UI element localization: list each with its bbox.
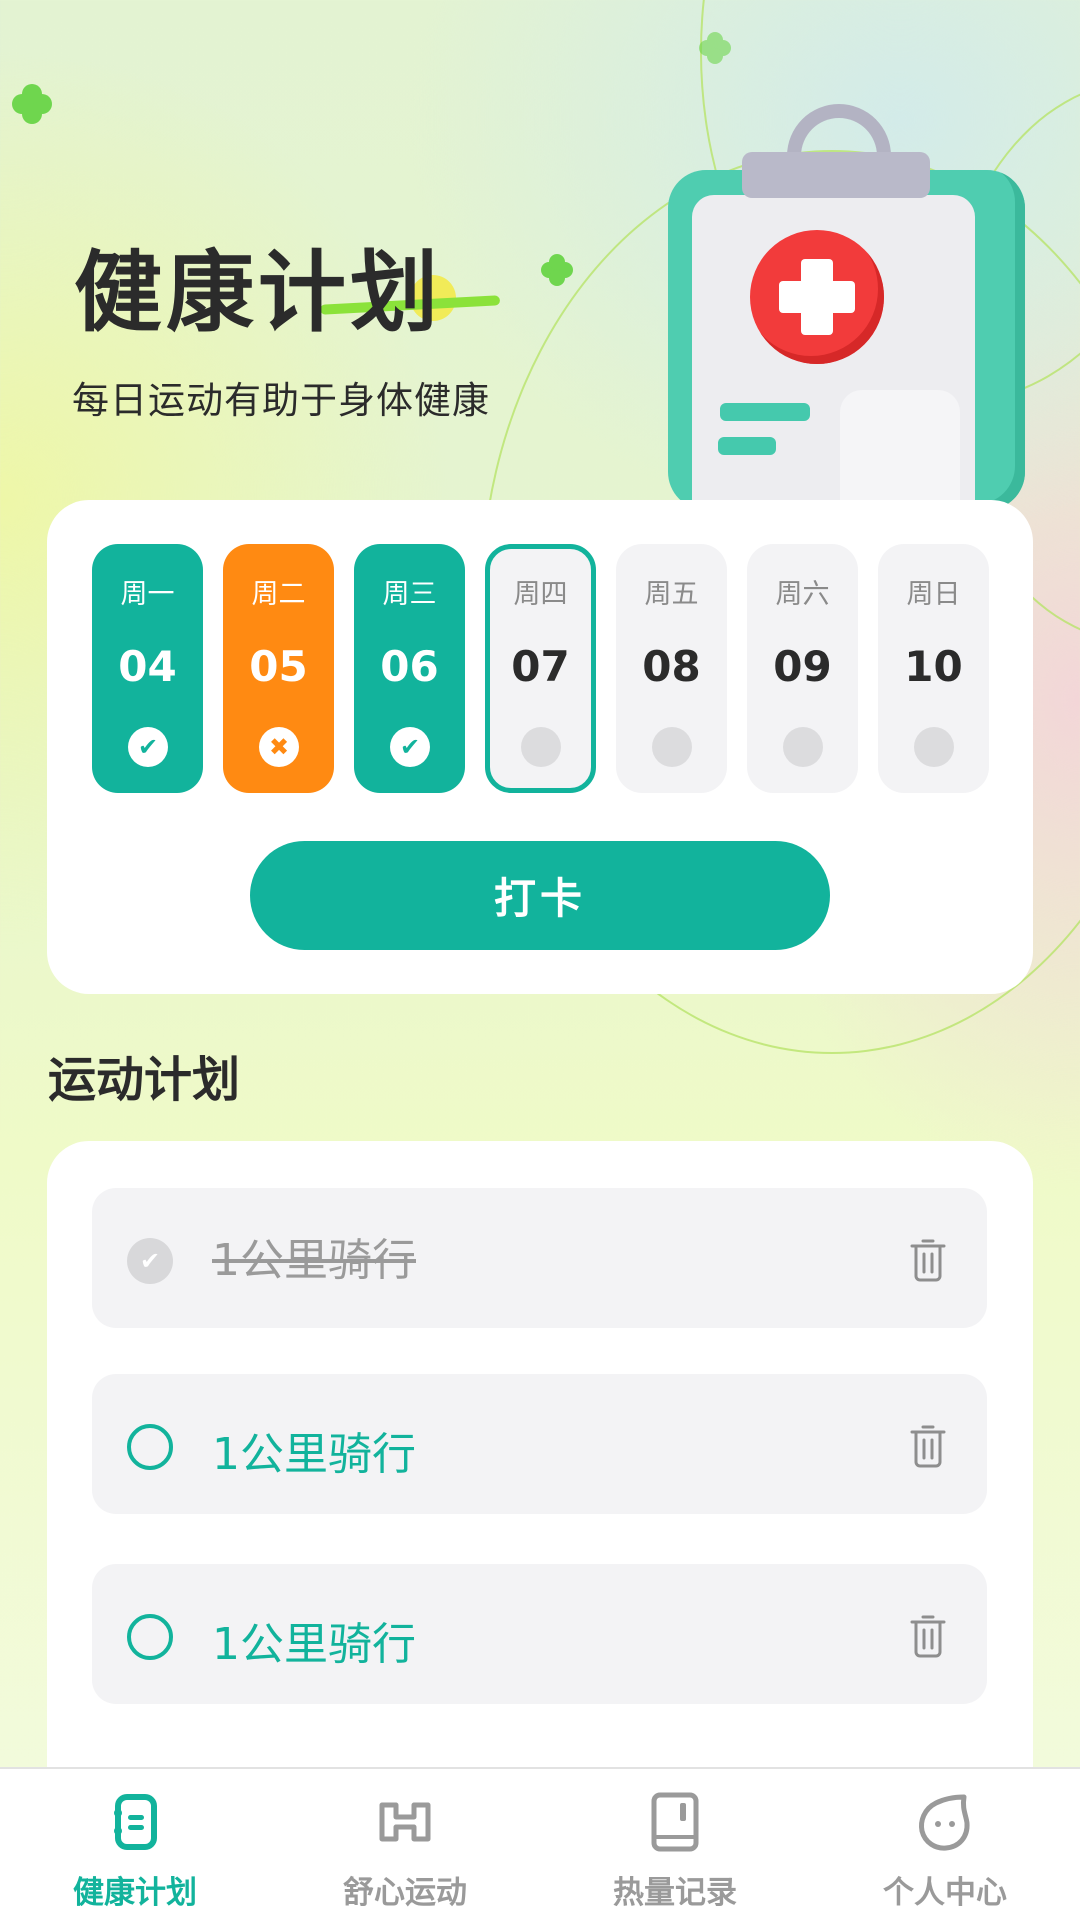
day-date: 07 xyxy=(511,642,570,691)
nav-label: 舒心运动 xyxy=(343,1875,467,1911)
day-pill-sun[interactable]: 周日 10 xyxy=(878,544,989,793)
medical-cross-icon xyxy=(779,281,855,313)
clipboard-sheet xyxy=(840,390,960,510)
plan-item[interactable]: 1公里骑行 xyxy=(92,1564,987,1704)
unchecked-circle-icon[interactable] xyxy=(127,1424,173,1470)
pending-dot-icon xyxy=(521,727,561,767)
plan-item-text: 1公里骑行 xyxy=(212,1429,416,1480)
section-title-exercise-plan: 运动计划 xyxy=(48,1052,241,1108)
pending-dot-icon xyxy=(914,727,954,767)
profile-face-icon xyxy=(919,1794,970,1851)
clover-icon xyxy=(541,254,573,286)
day-date: 08 xyxy=(642,642,701,691)
day-label: 周日 xyxy=(906,579,961,610)
plan-item-text: 1公里骑行 xyxy=(212,1619,416,1670)
record-book-icon xyxy=(651,1792,699,1852)
trash-icon[interactable] xyxy=(909,1238,947,1282)
page-subtitle: 每日运动有助于身体健康 xyxy=(72,379,490,422)
checkin-button[interactable]: 打卡 xyxy=(250,841,830,950)
trash-icon[interactable] xyxy=(909,1614,947,1658)
clipboard-clip xyxy=(742,152,930,198)
day-pill-thu[interactable]: 周四 07 xyxy=(485,544,596,793)
trash-icon[interactable] xyxy=(909,1424,947,1468)
nav-item-health-plan[interactable]: 健康计划 xyxy=(0,1769,270,1922)
nav-label: 个人中心 xyxy=(883,1875,1007,1911)
cross-icon: ✖ xyxy=(259,727,299,767)
clipboard-line xyxy=(718,437,776,455)
clover-icon xyxy=(699,32,731,64)
day-date: 05 xyxy=(249,642,308,691)
clover-icon xyxy=(12,84,52,124)
day-date: 10 xyxy=(904,642,963,691)
nav-item-exercise[interactable]: 舒心运动 xyxy=(270,1769,540,1922)
day-date: 06 xyxy=(380,642,439,691)
page-title: 健康计划 xyxy=(74,241,443,344)
day-date: 04 xyxy=(118,642,177,691)
day-label: 周一 xyxy=(120,579,175,610)
plan-item-text: 1公里骑行 xyxy=(212,1235,416,1286)
nav-item-profile[interactable]: 个人中心 xyxy=(810,1769,1080,1922)
nav-item-calorie-record[interactable]: 热量记录 xyxy=(540,1769,810,1922)
exercise-plan-card: ✔ 1公里骑行 1公里骑行 1公里骑行 xyxy=(47,1141,1033,1841)
check-icon: ✔ xyxy=(128,727,168,767)
checked-circle-icon[interactable]: ✔ xyxy=(127,1238,173,1284)
week-checkin-card: 周一 04 ✔ 周二 05 ✖ 周三 06 ✔ 周四 07 周五 08 周六 0… xyxy=(47,500,1033,994)
day-pill-sat[interactable]: 周六 09 xyxy=(747,544,858,793)
day-label: 周五 xyxy=(644,579,699,610)
day-pill-mon[interactable]: 周一 04 ✔ xyxy=(92,544,203,793)
day-label: 周四 xyxy=(513,579,568,610)
day-pill-fri[interactable]: 周五 08 xyxy=(616,544,727,793)
day-label: 周三 xyxy=(382,579,437,610)
pending-dot-icon xyxy=(652,727,692,767)
day-label: 周二 xyxy=(251,579,306,610)
bottom-nav: 健康计划 舒心运动 热量记录 个人中心 xyxy=(0,1767,1080,1922)
day-pill-tue[interactable]: 周二 05 ✖ xyxy=(223,544,334,793)
exercise-icon xyxy=(379,1802,431,1842)
plan-icon xyxy=(114,1794,157,1850)
pending-dot-icon xyxy=(783,727,823,767)
day-date: 09 xyxy=(773,642,832,691)
clipboard-line xyxy=(720,403,810,421)
check-icon: ✔ xyxy=(390,727,430,767)
plan-item[interactable]: ✔ 1公里骑行 xyxy=(92,1188,987,1328)
day-label: 周六 xyxy=(775,579,830,610)
day-pill-wed[interactable]: 周三 06 ✔ xyxy=(354,544,465,793)
unchecked-circle-icon[interactable] xyxy=(127,1614,173,1660)
nav-label: 健康计划 xyxy=(73,1875,197,1911)
plan-item[interactable]: 1公里骑行 xyxy=(92,1374,987,1514)
nav-label: 热量记录 xyxy=(613,1875,737,1911)
